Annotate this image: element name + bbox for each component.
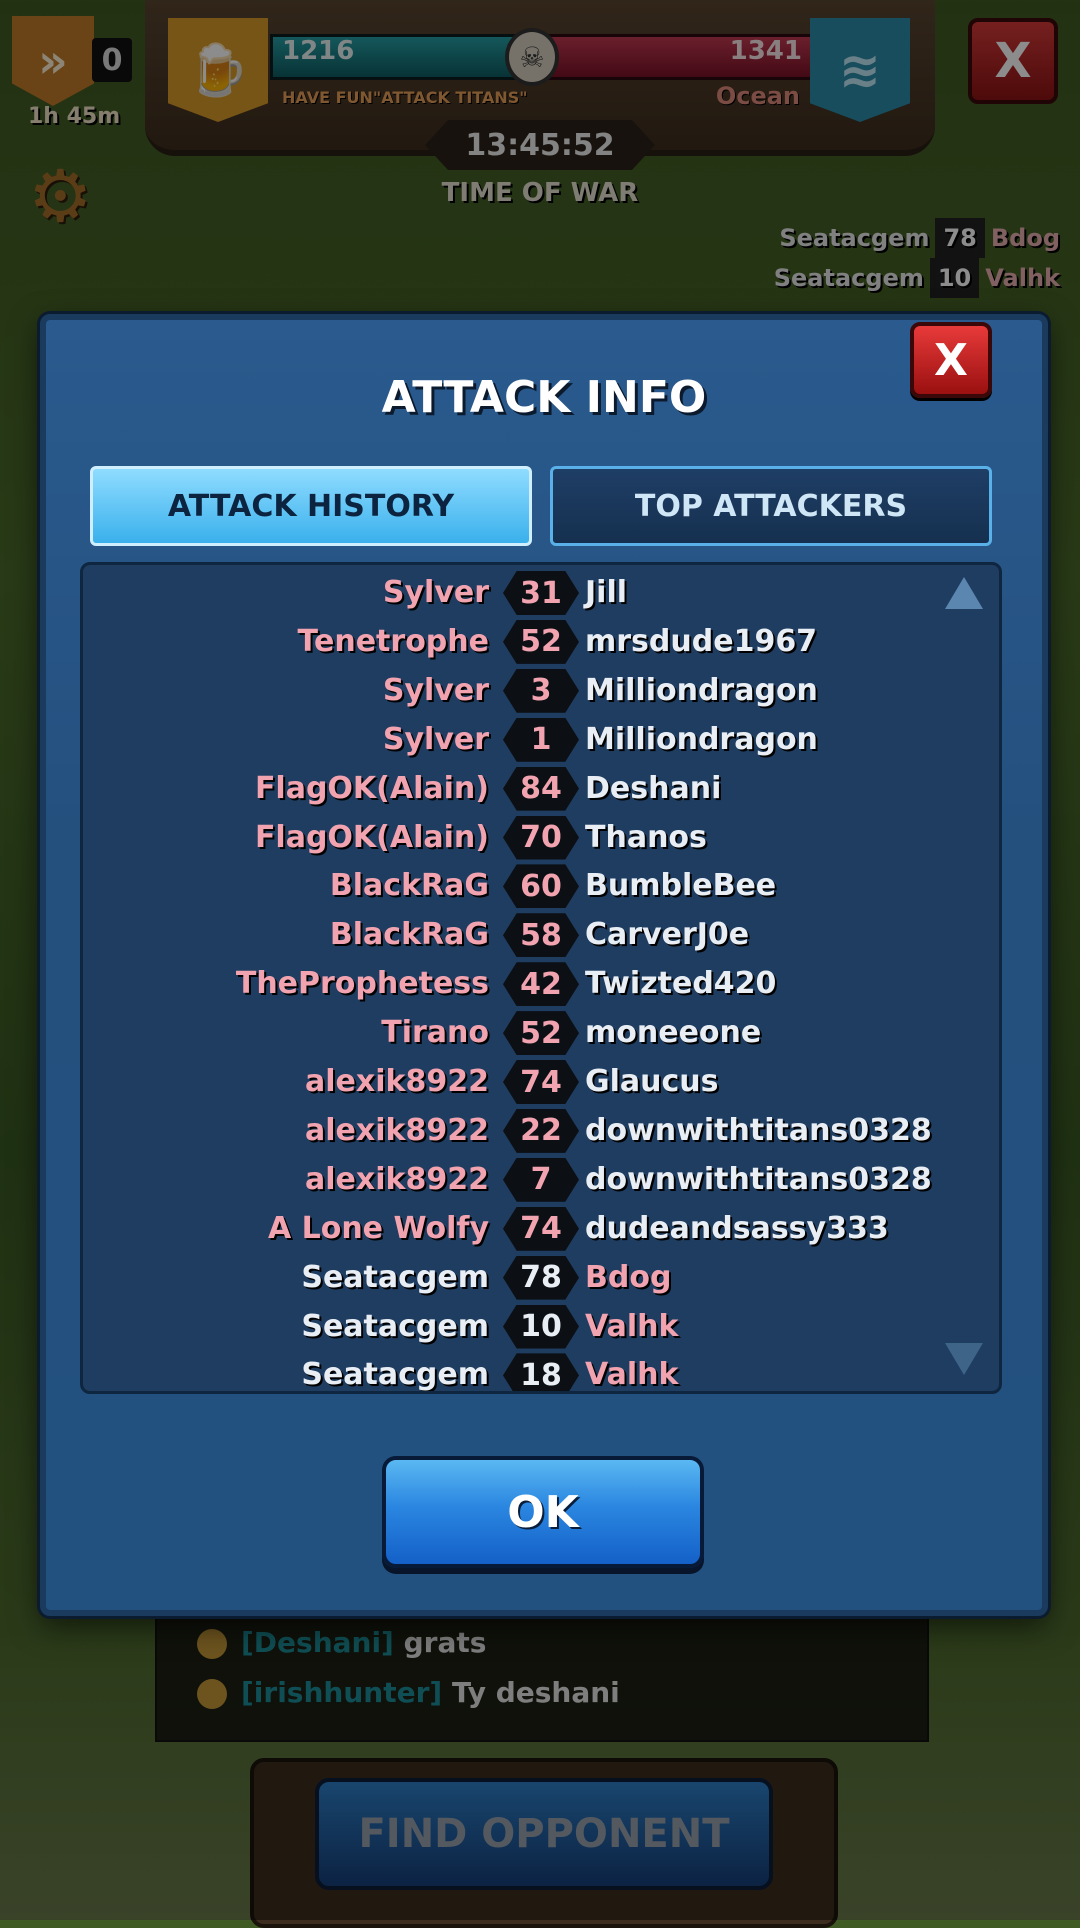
history-row: alexik8922 74 Glaucus	[83, 1058, 999, 1107]
attack-score: 7	[503, 1157, 579, 1202]
defender-name: mrsdude1967	[585, 623, 818, 659]
defender-name: Valhk	[585, 1308, 679, 1344]
history-row: Seatacgem 10 Valhk	[83, 1303, 999, 1352]
history-row: alexik8922 22 downwithtitans0328	[83, 1107, 999, 1156]
defender-name: Jill	[585, 575, 628, 610]
defender-name: downwithtitans0328	[585, 1112, 932, 1148]
history-row: FlagOK(Alain) 84 Deshani	[83, 765, 999, 814]
attacker-name: Sylver	[382, 575, 489, 610]
attack-score: 18	[503, 1353, 579, 1391]
history-row: Seatacgem 18 Valhk	[83, 1351, 999, 1393]
defender-name: Milliondragon	[585, 721, 818, 757]
history-row: Sylver 3 Milliondragon	[83, 667, 999, 716]
history-row: Tenetrophe 52 mrsdude1967	[83, 618, 999, 667]
attack-score: 74	[503, 1206, 579, 1251]
defender-name: Thanos	[585, 819, 707, 855]
attack-score: 10	[503, 1304, 579, 1349]
attacker-name: FlagOK(Alain)	[254, 819, 489, 855]
defender-name: Milliondragon	[585, 672, 818, 708]
history-row: FlagOK(Alain) 70 Thanos	[83, 814, 999, 863]
attack-score: 58	[503, 913, 579, 958]
defender-name: Twizted420	[585, 966, 777, 1002]
defender-name: CarverJ0e	[585, 917, 750, 953]
attacker-name: Tenetrophe	[297, 623, 489, 659]
attacker-name: FlagOK(Alain)	[254, 770, 489, 806]
attacker-name: BlackRaG	[329, 868, 489, 904]
defender-name: moneeone	[585, 1015, 762, 1051]
history-row: Sylver 1 Milliondragon	[83, 716, 999, 765]
history-row: BlackRaG 60 BumbleBee	[83, 862, 999, 911]
attack-score: 1	[503, 717, 579, 762]
history-row: Tirano 52 moneeone	[83, 1009, 999, 1058]
attack-score: 70	[503, 815, 579, 860]
attack-score: 31	[503, 571, 579, 615]
history-row: BlackRaG 58 CarverJ0e	[83, 911, 999, 960]
defender-name: Bdog	[585, 1259, 672, 1295]
attacker-name: alexik8922	[305, 1112, 489, 1148]
modal-close-button[interactable]: X	[910, 322, 992, 398]
attack-score: 42	[503, 962, 579, 1007]
defender-name: downwithtitans0328	[585, 1161, 932, 1197]
history-row: alexik8922 7 downwithtitans0328	[83, 1156, 999, 1205]
defender-name: Glaucus	[585, 1064, 719, 1099]
attacker-name: Sylver	[382, 721, 489, 757]
attack-score: 84	[503, 766, 579, 811]
attacker-name: alexik8922	[305, 1161, 489, 1197]
defender-name: dudeandsassy333	[585, 1210, 889, 1246]
attack-score: 52	[503, 1011, 579, 1056]
history-row: Seatacgem 78 Bdog	[83, 1254, 999, 1303]
attacker-name: Tirano	[381, 1015, 489, 1051]
history-row: Sylver 31 Jill	[83, 569, 999, 618]
tab-top-attackers[interactable]: TOP ATTACKERS	[550, 466, 992, 546]
attack-history-list[interactable]: Sylver 31 Jill Tenetrophe 52 mrsdude1967 Sylve…	[80, 562, 1002, 1394]
attack-score: 78	[503, 1255, 579, 1300]
ok-button[interactable]: OK	[382, 1456, 704, 1568]
history-row: A Lone Wolfy 74 dudeandsassy333	[83, 1205, 999, 1254]
attacker-name: A Lone Wolfy	[267, 1210, 489, 1246]
attacker-name: Seatacgem	[301, 1308, 489, 1344]
attacker-name: Sylver	[382, 672, 489, 708]
attack-score: 52	[503, 619, 579, 664]
attacker-name: Seatacgem	[301, 1259, 489, 1295]
history-row: TheProphetess 42 Twizted420	[83, 960, 999, 1009]
attacker-name: TheProphetess	[235, 966, 489, 1002]
tab-attack-history[interactable]: ATTACK HISTORY	[90, 466, 532, 546]
attacker-name: Seatacgem	[301, 1357, 489, 1393]
attacker-name: alexik8922	[305, 1064, 489, 1099]
defender-name: BumbleBee	[585, 868, 777, 904]
attack-score: 74	[503, 1060, 579, 1104]
attack-score: 60	[503, 864, 579, 909]
defender-name: Valhk	[585, 1357, 679, 1393]
attacker-name: BlackRaG	[329, 917, 489, 953]
attack-score: 3	[503, 668, 579, 713]
attack-score: 22	[503, 1108, 579, 1153]
defender-name: Deshani	[585, 770, 722, 806]
modal-title: ATTACK INFO	[381, 372, 707, 423]
